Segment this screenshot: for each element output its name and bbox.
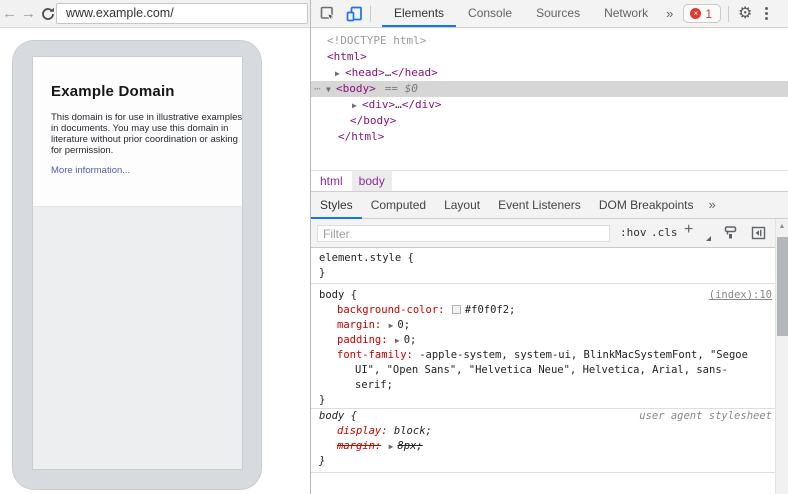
color-swatch[interactable] xyxy=(452,305,461,314)
browser-toolbar: ← → www.example.com/ xyxy=(0,0,310,28)
page-paragraph: This domain is for use in illustrative e… xyxy=(51,112,245,156)
scrollbar-thumb[interactable] xyxy=(777,237,788,336)
expand-icon[interactable]: ▶ xyxy=(388,321,398,330)
new-style-rule-dropdown-icon xyxy=(706,236,711,241)
tab-layout[interactable]: Layout xyxy=(435,192,489,218)
css-property-font-family[interactable]: font-family: -apple-system, system-ui, B… xyxy=(319,348,762,393)
tab-sources[interactable]: Sources xyxy=(524,0,592,27)
style-rule-user-agent: body {user agent stylesheet display: blo… xyxy=(311,409,776,473)
tree-row-div[interactable]: ▶<div>…</div> xyxy=(311,97,788,113)
more-information-link[interactable]: More information... xyxy=(51,165,130,176)
back-icon[interactable]: ← xyxy=(0,1,19,27)
url-text: www.example.com/ xyxy=(66,6,174,20)
new-style-rule-button[interactable]: + xyxy=(684,221,693,239)
tab-network[interactable]: Network xyxy=(592,0,660,27)
styles-scrollbar[interactable]: ▲ xyxy=(775,219,788,494)
expand-icon[interactable]: ▶ xyxy=(394,336,404,345)
paint-roller-icon[interactable] xyxy=(723,225,738,245)
breadcrumb: html body xyxy=(311,170,788,192)
styles-filter-input[interactable] xyxy=(317,225,610,242)
more-tabs-icon[interactable]: » xyxy=(660,1,679,27)
rule-close-brace: } xyxy=(319,266,762,281)
css-property-margin-overridden[interactable]: margin: ▶8px; xyxy=(319,439,762,454)
tab-styles[interactable]: Styles xyxy=(311,192,362,218)
tree-row-head[interactable]: ▶<head>…</head> xyxy=(311,65,788,81)
more-sidebar-tabs-icon[interactable]: » xyxy=(703,192,722,218)
tree-row-body-selected[interactable]: ⋯▼<body>== $0 xyxy=(311,81,788,97)
breadcrumb-html[interactable]: html xyxy=(313,171,350,191)
toolbar-divider xyxy=(370,6,371,22)
tab-console[interactable]: Console xyxy=(456,0,524,27)
address-bar[interactable]: www.example.com/ xyxy=(56,3,308,24)
reload-icon[interactable] xyxy=(38,7,58,21)
styles-toolbar: :hov .cls + xyxy=(311,219,788,248)
toolbar-divider xyxy=(728,6,729,22)
stylesheet-source-link[interactable]: (index):10 xyxy=(709,288,772,303)
collapse-icon[interactable]: ▼ xyxy=(326,82,336,98)
stylesheet-origin-label: user agent stylesheet xyxy=(639,409,772,424)
rule-close-brace: } xyxy=(319,454,762,469)
page-content: Example Domain This domain is for use in… xyxy=(33,57,242,207)
devtools-toolbar: Elements Console Sources Network » × 1 ⚙ xyxy=(311,0,788,28)
css-property-display[interactable]: display: block; xyxy=(319,424,762,439)
console-error-badge[interactable]: × 1 xyxy=(683,4,721,23)
expand-icon[interactable]: ▶ xyxy=(352,98,362,114)
style-rule-index: body {(index):10 background-color: #f0f0… xyxy=(311,284,776,409)
rule-close-brace: } xyxy=(319,393,762,408)
forward-icon[interactable]: → xyxy=(19,1,38,27)
style-rule-inline: element.style { } xyxy=(311,248,776,284)
tab-event-listeners[interactable]: Event Listeners xyxy=(489,192,590,218)
more-actions-icon[interactable]: ⋯ xyxy=(314,81,321,97)
browser-viewport: Example Domain This domain is for use in… xyxy=(0,29,310,494)
tab-dom-breakpoints[interactable]: DOM Breakpoints xyxy=(590,192,703,218)
rule-selector[interactable]: body {(index):10 xyxy=(319,288,762,303)
devtools-tabs: Elements Console Sources Network xyxy=(382,0,660,27)
css-property-background-color[interactable]: background-color: #f0f0f2; xyxy=(319,303,762,318)
expand-icon[interactable]: ▶ xyxy=(335,66,345,82)
devtools-menu-icon[interactable] xyxy=(758,7,776,20)
css-property-margin[interactable]: margin: ▶0; xyxy=(319,318,762,333)
styles-pane: element.style { } body {(index):10 backg… xyxy=(311,248,776,494)
device-screen: Example Domain This domain is for use in… xyxy=(32,56,243,470)
selected-node-hint: == $0 xyxy=(385,82,418,95)
sidebar-toggle-icon[interactable] xyxy=(751,226,766,245)
tab-computed[interactable]: Computed xyxy=(362,192,435,218)
inline-style-selector[interactable]: element.style { xyxy=(319,251,762,266)
tree-row-body-close[interactable]: </body> xyxy=(311,113,788,129)
sidebar-tabs: Styles Computed Layout Event Listeners D… xyxy=(311,192,788,219)
inspect-element-icon[interactable] xyxy=(315,1,341,27)
devtools-panel: Elements Console Sources Network » × 1 ⚙… xyxy=(310,0,788,494)
error-count: 1 xyxy=(705,7,712,21)
elements-tree: <!DOCTYPE html> <html> ▶<head>…</head> ⋯… xyxy=(311,29,788,170)
css-property-padding[interactable]: padding: ▶0; xyxy=(319,333,762,348)
element-classes-button[interactable]: .cls xyxy=(651,226,678,239)
error-icon: × xyxy=(690,8,701,19)
app: ← → www.example.com/ Example Domain This… xyxy=(0,0,788,494)
settings-gear-icon[interactable]: ⚙ xyxy=(732,1,758,27)
device-frame: Example Domain This domain is for use in… xyxy=(12,40,262,490)
tree-row-doctype[interactable]: <!DOCTYPE html> xyxy=(311,33,788,49)
device-toolbar-icon[interactable] xyxy=(341,1,367,27)
rule-selector[interactable]: body {user agent stylesheet xyxy=(319,409,762,424)
scrollbar-up-arrow[interactable]: ▲ xyxy=(776,223,788,230)
expand-icon[interactable]: ▶ xyxy=(388,442,398,451)
page-heading: Example Domain xyxy=(51,83,175,100)
tab-elements[interactable]: Elements xyxy=(382,0,456,27)
toggle-element-state-button[interactable]: :hov xyxy=(620,226,647,239)
tree-row-html-open[interactable]: <html> xyxy=(311,49,788,65)
breadcrumb-body[interactable]: body xyxy=(352,171,392,191)
browser-pane: ← → www.example.com/ Example Domain This… xyxy=(0,0,310,494)
tree-row-html-close[interactable]: </html> xyxy=(311,129,788,145)
